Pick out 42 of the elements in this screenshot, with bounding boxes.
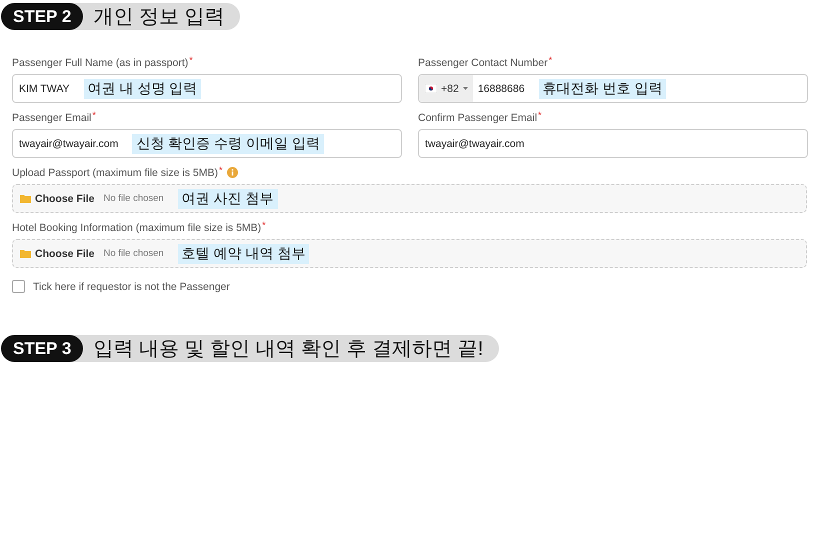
choose-file-button[interactable]: Choose File xyxy=(20,248,95,260)
caret-icon xyxy=(462,87,468,90)
required-mark: * xyxy=(262,221,266,230)
input-field[interactable]: twayair@twayair.com xyxy=(418,129,808,158)
field-value: KIM TWAY xyxy=(19,82,70,94)
required-mark: * xyxy=(218,166,222,175)
phone-field[interactable]: +82 16888686 휴대전화 번호 입력 xyxy=(418,74,808,103)
field-value: 16888686 xyxy=(478,82,525,94)
country-code-select[interactable]: +82 xyxy=(419,75,473,102)
field-label: Confirm Passenger Email xyxy=(418,111,538,125)
field-label: Upload Passport (maximum file size is 5MB) xyxy=(12,166,218,180)
annotation-label: 신청 확인증 수령 이메일 입력 xyxy=(132,134,324,154)
file-drop-zone[interactable]: Choose File No file chosen 호텔 예약 내역 첨부 xyxy=(12,239,807,268)
file-drop-zone[interactable]: Choose File No file chosen 여권 사진 첨부 xyxy=(12,184,807,213)
required-mark: * xyxy=(548,56,552,65)
step-title: 입력 내용 및 할인 내역 확인 후 결제하면 끝! xyxy=(93,337,484,362)
checkbox-label: Tick here if requestor is not the Passenger xyxy=(33,280,230,292)
step-title: 개인 정보 입력 xyxy=(93,5,224,30)
choose-file-button[interactable]: Choose File xyxy=(20,192,95,204)
flag-icon xyxy=(425,84,437,93)
file-status: No file chosen xyxy=(104,248,164,259)
checkbox[interactable] xyxy=(12,280,25,293)
annotation-label: 호텔 예약 내역 첨부 xyxy=(178,244,310,264)
field-value: twayair@twayair.com xyxy=(19,138,118,150)
annotation-label: 여권 내 성명 입력 xyxy=(84,78,202,98)
required-mark: * xyxy=(189,56,193,65)
input-field[interactable]: KIM TWAY 여권 내 성명 입력 xyxy=(12,74,402,103)
folder-icon xyxy=(20,249,31,258)
field-label: Hotel Booking Information (maximum file size is 5MB) xyxy=(12,221,262,235)
file-status: No file chosen xyxy=(104,193,164,204)
annotation-label: 휴대전화 번호 입력 xyxy=(538,78,666,98)
required-mark: * xyxy=(538,111,542,120)
input-field[interactable]: twayair@twayair.com 신청 확인증 수령 이메일 입력 xyxy=(12,129,402,158)
step-badge: STEP 2 xyxy=(1,3,84,30)
field-value: twayair@twayair.com xyxy=(425,138,524,150)
field-label: Passenger Contact Number xyxy=(418,56,548,70)
annotation-label: 여권 사진 첨부 xyxy=(178,188,278,208)
step-badge: STEP 3 xyxy=(1,335,84,362)
folder-icon xyxy=(20,194,31,203)
field-label: Passenger Email xyxy=(12,111,92,125)
required-mark: * xyxy=(92,111,96,120)
field-label: Passenger Full Name (as in passport) xyxy=(12,56,188,70)
